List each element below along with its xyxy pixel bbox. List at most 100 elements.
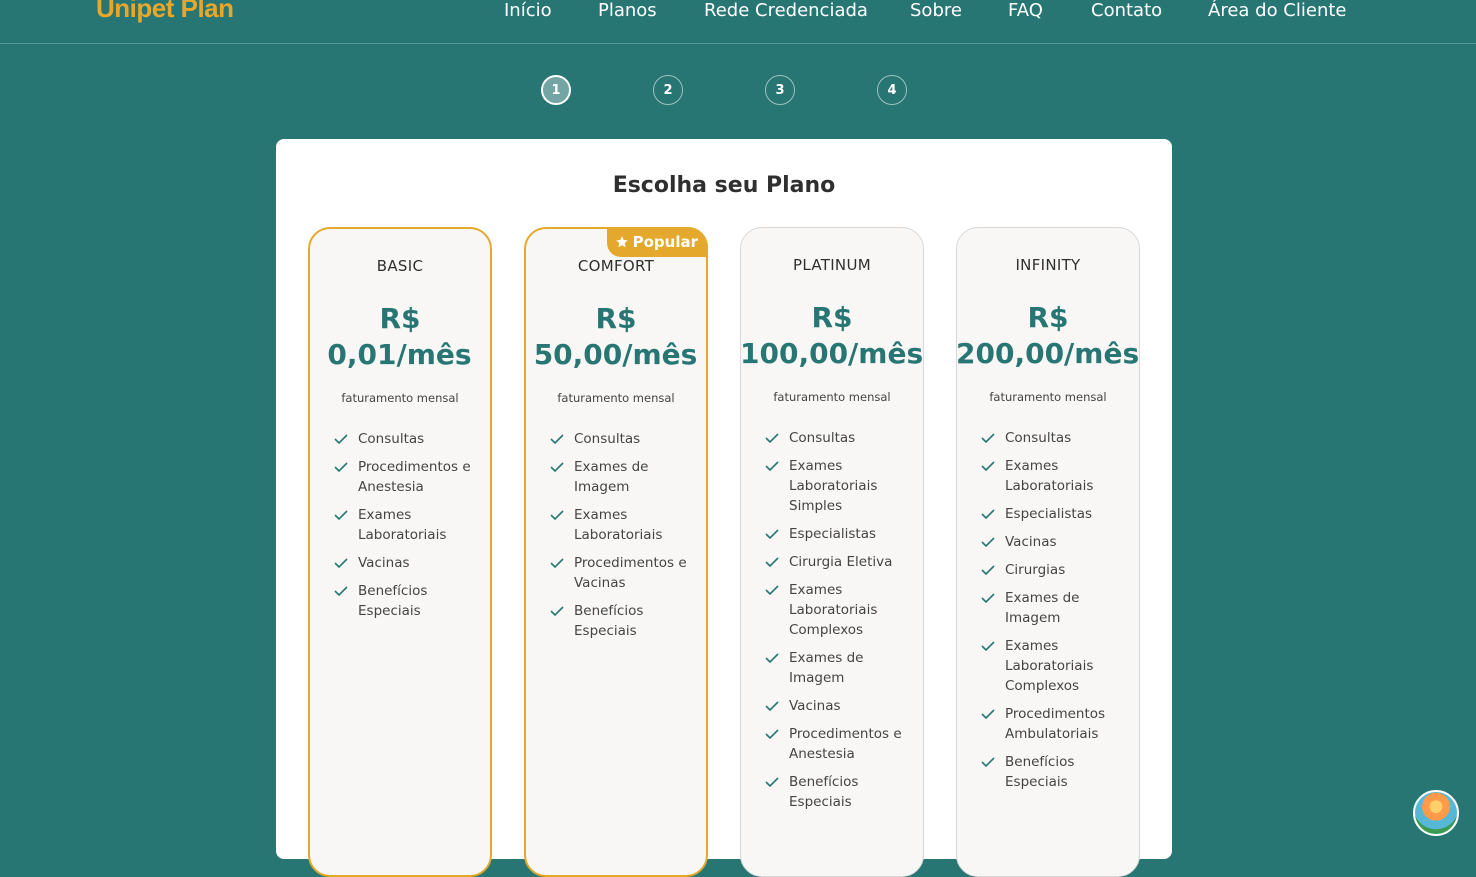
feature-item: Vacinas bbox=[765, 696, 915, 716]
step-2[interactable]: 2 bbox=[653, 75, 683, 105]
check-icon bbox=[765, 557, 779, 568]
feature-item: Procedimentos e Anestesia bbox=[334, 457, 482, 497]
feature-item: Consultas bbox=[765, 428, 915, 448]
feature-item: Cirurgias bbox=[981, 560, 1131, 580]
price-currency: R$ bbox=[811, 301, 853, 334]
price-amount: 200,00/mês bbox=[956, 337, 1140, 370]
feature-label: Benefícios Especiais bbox=[358, 583, 428, 619]
check-icon bbox=[334, 558, 348, 569]
step-1[interactable]: 1 bbox=[541, 75, 571, 105]
nav-area-do-cliente[interactable]: Área do Cliente bbox=[1208, 0, 1347, 21]
feature-label: Especialistas bbox=[789, 526, 877, 542]
nav-faq[interactable]: FAQ bbox=[1008, 0, 1043, 21]
check-icon bbox=[765, 585, 779, 596]
check-icon bbox=[765, 729, 779, 740]
feature-item: Exames Laboratoriais bbox=[981, 456, 1131, 496]
check-icon bbox=[334, 586, 348, 597]
feature-item: Procedimentos Ambulatoriais bbox=[981, 704, 1131, 744]
feature-label: Consultas bbox=[574, 431, 641, 447]
feature-item: Exames de Imagem bbox=[765, 648, 915, 688]
feature-label: Consultas bbox=[789, 430, 856, 446]
check-icon bbox=[981, 593, 995, 604]
feature-item: Benefícios Especiais bbox=[550, 601, 698, 641]
check-icon bbox=[765, 529, 779, 540]
check-icon bbox=[765, 433, 779, 444]
nav-planos[interactable]: Planos bbox=[598, 0, 657, 21]
feature-item: Exames de Imagem bbox=[550, 457, 698, 497]
price-currency: R$ bbox=[1027, 301, 1069, 334]
plan-selection-panel: Escolha seu Plano BASIC R$ 0,01/mês fatu… bbox=[276, 139, 1172, 877]
feature-item: Especialistas bbox=[981, 504, 1131, 524]
plan-name: INFINITY bbox=[1015, 256, 1081, 274]
check-icon bbox=[550, 606, 564, 617]
check-icon bbox=[334, 510, 348, 521]
feature-label: Exames Laboratoriais Complexos bbox=[789, 582, 878, 638]
chat-avatar-icon[interactable] bbox=[1413, 790, 1459, 836]
check-icon bbox=[550, 558, 564, 569]
popular-badge: Popular bbox=[606, 227, 708, 257]
feature-list: Consultas Exames Laboratoriais Especiali… bbox=[981, 428, 1131, 800]
plan-card-infinity[interactable]: INFINITY R$ 200,00/mês faturamento mensa… bbox=[956, 227, 1140, 877]
feature-label: Procedimentos Ambulatoriais bbox=[1005, 706, 1106, 742]
logo[interactable]: Unipet Plan bbox=[96, 0, 234, 24]
nav-sobre[interactable]: Sobre bbox=[910, 0, 962, 21]
feature-label: Exames Laboratoriais Complexos bbox=[1005, 638, 1094, 694]
page-title: Escolha seu Plano bbox=[612, 173, 836, 198]
feature-label: Exames de Imagem bbox=[574, 459, 649, 495]
badge-label: Popular bbox=[632, 233, 698, 251]
feature-label: Vacinas bbox=[1005, 534, 1057, 550]
check-icon bbox=[334, 434, 348, 445]
billing-period: faturamento mensal bbox=[341, 391, 459, 405]
plan-name: COMFORT bbox=[577, 257, 655, 275]
feature-label: Procedimentos e Anestesia bbox=[358, 459, 471, 495]
feature-label: Procedimentos e Vacinas bbox=[574, 555, 687, 591]
billing-period: faturamento mensal bbox=[989, 390, 1107, 404]
plan-price: R$ 100,00/mês bbox=[740, 300, 924, 372]
feature-item: Exames de Imagem bbox=[981, 588, 1131, 628]
step-3[interactable]: 3 bbox=[765, 75, 795, 105]
check-icon bbox=[981, 565, 995, 576]
feature-list: Consultas Exames Laboratoriais Simples E… bbox=[765, 428, 915, 820]
check-icon bbox=[550, 462, 564, 473]
feature-item: Exames Laboratoriais Complexos bbox=[981, 636, 1131, 696]
star-icon bbox=[615, 236, 628, 248]
price-amount: 0,01/mês bbox=[327, 338, 472, 371]
plan-card-platinum[interactable]: PLATINUM R$ 100,00/mês faturamento mensa… bbox=[740, 227, 924, 877]
nav-rede-credenciada[interactable]: Rede Credenciada bbox=[704, 0, 868, 21]
check-icon bbox=[765, 777, 779, 788]
feature-item: Procedimentos e Vacinas bbox=[550, 553, 698, 593]
plan-card-basic[interactable]: BASIC R$ 0,01/mês faturamento mensal Con… bbox=[308, 227, 492, 877]
feature-item: Exames Laboratoriais bbox=[334, 505, 482, 545]
plan-price: R$ 50,00/mês bbox=[526, 301, 706, 373]
feature-item: Exames Laboratoriais Simples bbox=[765, 456, 915, 516]
billing-period: faturamento mensal bbox=[773, 390, 891, 404]
nav-contato[interactable]: Contato bbox=[1091, 0, 1162, 21]
feature-item: Benefícios Especiais bbox=[334, 581, 482, 621]
feature-item: Benefícios Especiais bbox=[765, 772, 915, 812]
feature-label: Vacinas bbox=[789, 698, 841, 714]
plan-card-comfort[interactable]: Popular COMFORT R$ 50,00/mês faturamento… bbox=[524, 227, 708, 877]
feature-label: Consultas bbox=[358, 431, 425, 447]
feature-label: Benefícios Especiais bbox=[789, 774, 859, 810]
price-currency: R$ bbox=[379, 302, 421, 335]
check-icon bbox=[765, 701, 779, 712]
check-icon bbox=[550, 510, 564, 521]
check-icon bbox=[981, 433, 995, 444]
feature-label: Exames Laboratoriais bbox=[358, 507, 447, 543]
feature-list: Consultas Exames de Imagem Exames Labora… bbox=[550, 429, 698, 649]
feature-label: Especialistas bbox=[1005, 506, 1093, 522]
step-4[interactable]: 4 bbox=[877, 75, 907, 105]
feature-label: Procedimentos e Anestesia bbox=[789, 726, 902, 762]
feature-label: Vacinas bbox=[358, 555, 410, 571]
feature-label: Consultas bbox=[1005, 430, 1072, 446]
feature-label: Benefícios Especiais bbox=[1005, 754, 1075, 790]
nav-inicio[interactable]: Início bbox=[504, 0, 552, 21]
feature-item: Exames Laboratoriais Complexos bbox=[765, 580, 915, 640]
check-icon bbox=[981, 509, 995, 520]
feature-label: Exames de Imagem bbox=[789, 650, 864, 686]
check-icon bbox=[765, 653, 779, 664]
price-currency: R$ bbox=[595, 302, 637, 335]
billing-period: faturamento mensal bbox=[557, 391, 675, 405]
feature-item: Cirurgia Eletiva bbox=[765, 552, 915, 572]
price-amount: 100,00/mês bbox=[740, 337, 924, 370]
